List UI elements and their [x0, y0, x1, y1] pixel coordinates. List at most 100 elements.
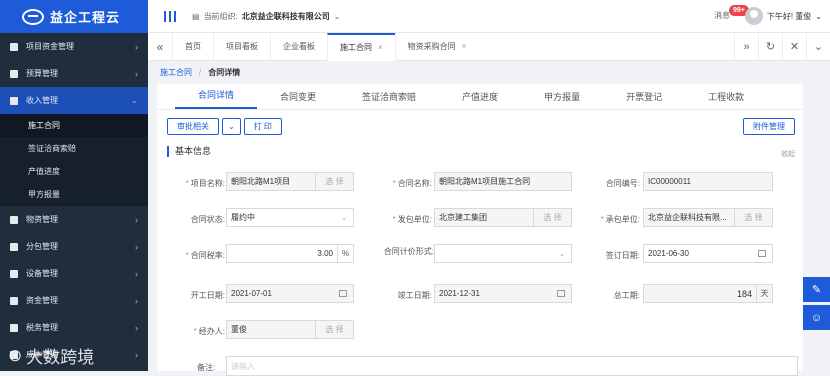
tax-rate-label: * 合同税率: — [185, 251, 225, 260]
tab-project-board[interactable]: 项目看板 — [213, 32, 270, 61]
detail-tabs: 合同详情 合同变更 签证洽商索赔 产值进度 甲方报量 开票登记 工程收款 — [157, 84, 803, 110]
form-row: * 经办人: 董俊选 择 — [157, 320, 803, 344]
sidebar-item-label: 预算管理 — [26, 69, 58, 78]
tab-strip: « 首页 项目看板 企业看板 施工合同 × 物资采购合同 × » ↻ ✕ ⌄ — [148, 32, 830, 61]
select-button[interactable]: 选 择 — [315, 321, 353, 338]
pricing-select[interactable]: ⌄ — [434, 244, 572, 263]
issuer-field[interactable]: 北京建工集团选 择 — [434, 208, 572, 227]
select-button[interactable]: 选 择 — [533, 209, 571, 226]
sidebar-subitem-client-report[interactable]: 甲方报量 — [0, 183, 148, 206]
calendar-icon — [557, 290, 565, 297]
tab-contract-change[interactable]: 合同变更 — [257, 90, 339, 109]
status-select[interactable]: 履约中 ⌄ — [226, 208, 354, 227]
contractor-field[interactable]: 北京益企联科技有限... 选 择 — [643, 208, 773, 227]
status-label: 合同状态: — [190, 215, 225, 224]
sidebar-subitem-claims[interactable]: 签证洽商索赔 — [0, 137, 148, 160]
sidebar-subitem-output-progress[interactable]: 产值进度 — [0, 160, 148, 183]
total-days-field[interactable]: 184 天 — [643, 284, 773, 303]
form-row: 开工日期: 2021-07-01 竣工日期: 2021-12-31 总工期: 1… — [157, 284, 803, 308]
org-label: 当前组织: — [203, 11, 238, 21]
print-button[interactable]: 打 印 — [243, 118, 282, 135]
tab-invoice[interactable]: 开票登记 — [603, 90, 685, 109]
form-row: * 合同税率: 3.00% 合同计价形式: ⌄ 签订日期: 2021-06-30 — [157, 244, 803, 268]
chevron-down-icon: ⌄ — [815, 11, 822, 21]
close-all-icon[interactable]: ✕ — [782, 33, 806, 61]
chevron-right-icon: › — [135, 214, 138, 225]
app-logo[interactable]: 益企工程云 — [0, 0, 148, 33]
logo-icon — [22, 8, 44, 25]
user-greeting: 下午好! 董俊 — [766, 11, 812, 21]
calendar-icon — [339, 290, 347, 297]
sidebar-item-label: 物资管理 — [26, 215, 58, 224]
float-edit-button[interactable]: ✎ — [803, 277, 830, 302]
sidebar-item-label: 收入管理 — [26, 96, 58, 105]
project-name-field[interactable]: 朝阳北路M1项目选 择 — [226, 172, 354, 191]
menu-toggle-icon[interactable] — [164, 10, 176, 22]
user-menu[interactable]: 下午好! 董俊 ⌄ — [744, 7, 822, 25]
tab-enterprise-board[interactable]: 企业看板 — [270, 32, 327, 61]
tax-rate-input[interactable]: 3.00% — [226, 244, 354, 263]
sidebar-item-subcontract[interactable]: 分包管理 › — [0, 233, 148, 260]
tab-payment[interactable]: 工程收款 — [685, 90, 767, 109]
tab-material-purchase[interactable]: 物资采购合同 × — [394, 32, 479, 61]
collapse-link[interactable]: 收起 — [781, 149, 795, 159]
float-user-button[interactable]: ☺ — [803, 305, 830, 330]
sidebar-item-tax[interactable]: 税务管理 › — [0, 314, 148, 341]
tab-client-report[interactable]: 甲方报量 — [521, 90, 603, 109]
form-row: * 项目名称: 朝阳北路M1项目选 择 * 合同名称: 朝阳北路M1项目施工合同 合… — [157, 172, 803, 196]
chevron-right-icon: › — [135, 241, 138, 252]
messages[interactable]: 消息 99+ — [714, 5, 749, 21]
refresh-icon[interactable]: ↻ — [758, 33, 782, 61]
project-name-label: * 项目名称: — [185, 179, 225, 188]
contract-no-field[interactable]: IC00000011 — [643, 172, 773, 191]
end-date-input[interactable]: 2021-12-31 — [434, 284, 572, 303]
chevron-down-icon[interactable]: ⌄ — [806, 33, 830, 61]
breadcrumb-current: 合同详情 — [208, 67, 241, 77]
sidebar-item-fund[interactable]: 资金管理 › — [0, 287, 148, 314]
contract-name-field[interactable]: 朝阳北路M1项目施工合同 — [434, 172, 572, 191]
watermark: ⊙ 大数跨境 — [8, 345, 95, 369]
contract-name-label: * 合同名称: — [392, 179, 432, 188]
select-button[interactable]: 选 择 — [734, 209, 772, 226]
calculator-icon — [10, 69, 18, 78]
approve-dropdown-button[interactable]: ⌄ — [222, 118, 241, 135]
sidebar-item-equipment[interactable]: 设备管理 › — [0, 260, 148, 287]
tabs-scroll-left-icon[interactable]: « — [148, 40, 172, 54]
tab-construction-contract[interactable]: 施工合同 × — [327, 32, 395, 61]
select-button[interactable]: 选 择 — [315, 173, 353, 190]
app-name: 益企工程云 — [50, 10, 121, 25]
end-date-label: 竣工日期: — [397, 291, 432, 300]
breadcrumb: 施工合同 / 合同详情 — [160, 67, 241, 78]
form-row: 合同状态: 履约中 ⌄ * 发包单位: 北京建工集团选 择 * 承包单位: 北京益企联… — [157, 208, 803, 232]
remark-input[interactable]: 请输入 — [226, 356, 798, 376]
close-icon[interactable]: × — [378, 43, 383, 52]
calendar-icon — [758, 250, 766, 257]
org-selector[interactable]: ▤ 当前组织: 北京益企联科技有限公司 ⌄ — [192, 11, 341, 22]
sidebar-item-label: 设备管理 — [26, 269, 58, 278]
tab-controls: » ↻ ✕ ⌄ — [734, 33, 830, 61]
user-icon: ☺ — [810, 311, 823, 324]
attachments-button[interactable]: 附件管理 — [743, 118, 795, 135]
tabs-scroll-right-icon[interactable]: » — [734, 33, 758, 61]
tab-output-progress[interactable]: 产值进度 — [439, 90, 521, 109]
tab-claims[interactable]: 签证洽商索赔 — [339, 90, 439, 109]
sign-date-input[interactable]: 2021-06-30 — [643, 244, 773, 263]
sidebar-item-material[interactable]: 物资管理 › — [0, 206, 148, 233]
handler-field[interactable]: 董俊选 择 — [226, 320, 354, 339]
approve-button[interactable]: 审批相关 — [167, 118, 219, 135]
sidebar-item-budget[interactable]: 预算管理 › — [0, 60, 148, 87]
sidebar-item-project-funds[interactable]: 项目资金管理 › — [0, 33, 148, 60]
issuer-label: * 发包单位: — [392, 215, 432, 224]
top-bar: ▤ 当前组织: 北京益企联科技有限公司 ⌄ 消息 99+ 下午好! 董俊 ⌄ — [148, 0, 830, 33]
tab-home[interactable]: 首页 — [172, 32, 213, 61]
breadcrumb-parent[interactable]: 施工合同 — [160, 67, 192, 78]
start-date-label: 开工日期: — [190, 291, 225, 300]
tax-icon — [10, 323, 18, 332]
start-date-input[interactable]: 2021-07-01 — [226, 284, 354, 303]
sidebar-item-income[interactable]: 收入管理 ⌄ — [0, 87, 148, 114]
sidebar-subitem-construction-contract[interactable]: 施工合同 — [0, 114, 148, 137]
close-icon[interactable]: × — [462, 42, 467, 51]
chevron-right-icon: › — [135, 322, 138, 333]
tab-contract-detail[interactable]: 合同详情 — [175, 88, 258, 109]
sidebar-item-label: 资金管理 — [26, 296, 58, 305]
